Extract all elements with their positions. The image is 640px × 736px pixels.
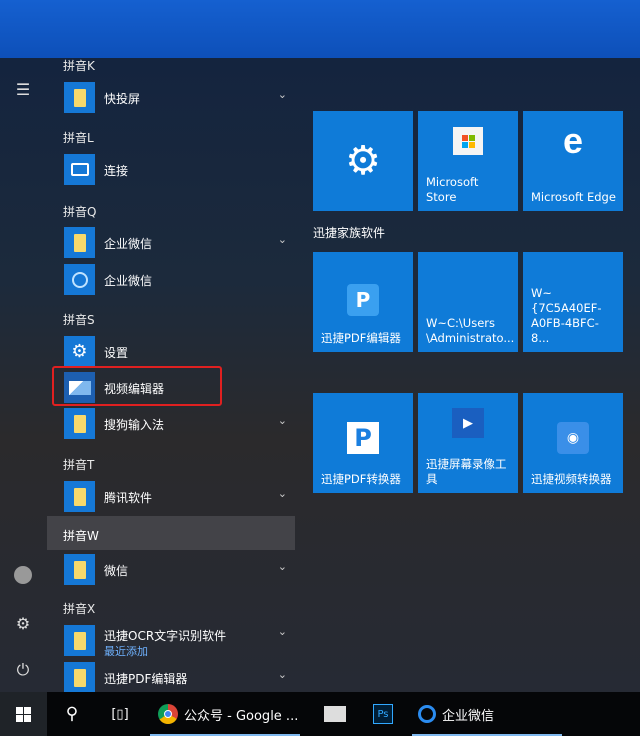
item-label: 企业微信 [104, 274, 153, 288]
chevron-down-icon[interactable]: ⌄ [278, 414, 287, 427]
tile-microsoft-edge[interactable]: e Microsoft Edge [523, 111, 623, 211]
item-label: 迅捷OCR文字识别软件 [104, 629, 227, 643]
pdf-editor-icon: P [347, 284, 379, 316]
tile-label: 迅捷屏幕录像工具 [426, 457, 507, 486]
item-label: 腾讯软件 [104, 491, 153, 505]
user-icon[interactable] [8, 560, 38, 590]
taskbar: ⚲ [▯] 公众号 - Google ... Ps 企业微信 [0, 692, 640, 736]
folder-icon [64, 82, 95, 113]
section-header-k[interactable]: 拼音K [63, 57, 95, 74]
folder-icon [64, 227, 95, 258]
list-item-wecom-folder[interactable]: 企业微信 ⌄ [47, 225, 295, 259]
gear-icon[interactable]: ⚙ [8, 608, 38, 638]
list-item-settings[interactable]: ⚙ 设置 [47, 334, 295, 368]
section-header-q[interactable]: 拼音Q [63, 203, 96, 220]
item-label: 微信 [104, 564, 129, 578]
wecom-icon [418, 705, 436, 723]
item-label: 设置 [104, 346, 129, 360]
tile-label: 迅捷PDF编辑器 [321, 331, 401, 345]
tile-label: 迅捷视频转换器 [531, 472, 612, 486]
item-label: 连接 [104, 164, 129, 178]
tile-shortcut-users[interactable]: W~C:\Users \Administrato... [418, 252, 518, 352]
wecom-icon [64, 264, 95, 295]
item-label: 搜狗输入法 [104, 418, 165, 432]
chevron-down-icon[interactable]: ⌄ [278, 487, 287, 500]
folder-icon [64, 481, 95, 512]
taskbar-chrome[interactable]: 公众号 - Google ... [150, 692, 300, 736]
connect-icon [64, 154, 95, 185]
section-header-s[interactable]: 拼音S [63, 311, 95, 328]
tile-screen-recorder[interactable]: ▶ 迅捷屏幕录像工具 [418, 393, 518, 493]
chevron-down-icon[interactable]: ⌄ [278, 625, 287, 638]
ps-label: Ps [373, 704, 393, 724]
list-item-ocr[interactable]: 迅捷OCR文字识别软件 最近添加 ⌄ [47, 623, 295, 658]
item-label: 迅捷PDF编辑器 [104, 672, 188, 686]
screen-recorder-icon: ▶ [452, 408, 484, 438]
tile-pdf-editor[interactable]: P 迅捷PDF编辑器 [313, 252, 413, 352]
chevron-down-icon[interactable]: ⌄ [278, 233, 287, 246]
store-icon [453, 127, 483, 155]
section-header-x[interactable]: 拼音X [63, 600, 95, 617]
folder-icon [64, 625, 95, 656]
item-label: 快投屏 [104, 92, 141, 106]
tile-pdf-converter[interactable]: P 迅捷PDF转换器 [313, 393, 413, 493]
taskbar-wecom[interactable]: 企业微信 [412, 692, 562, 736]
list-item-kuaitouping[interactable]: 快投屏 ⌄ [47, 80, 295, 114]
chrome-label: 公众号 - Google ... [184, 708, 299, 724]
wecom-label: 企业微信 [442, 708, 495, 724]
tile-label: Microsoft Edge [531, 190, 616, 204]
search-icon[interactable]: ⚲ [55, 692, 89, 736]
list-item-wecom[interactable]: 企业微信 [47, 262, 295, 296]
gear-icon: ⚙ [345, 138, 381, 184]
start-button[interactable] [0, 692, 47, 736]
edge-icon: e [562, 120, 584, 161]
tile-label: W~C:\Users \Administrato... [426, 316, 515, 345]
power-icon[interactable]: ⏻ [8, 655, 38, 685]
section-header-w-row[interactable]: 拼音W [47, 516, 295, 550]
hamburger-icon[interactable]: ☰ [8, 74, 38, 104]
tile-label: 迅捷PDF转换器 [321, 472, 401, 486]
tile-shortcut-guid[interactable]: W~{7C5A40EF-A0FB-4BFC-8... [523, 252, 623, 352]
list-item-connect[interactable]: 连接 [47, 152, 295, 186]
section-header-t[interactable]: 拼音T [63, 456, 94, 473]
highlight-box [52, 366, 222, 406]
tile-video-converter[interactable]: ◉ 迅捷视频转换器 [523, 393, 623, 493]
folder-icon [64, 408, 95, 439]
chevron-down-icon[interactable]: ⌄ [278, 88, 287, 101]
tile-label: W~{7C5A40EF-A0FB-4BFC-8... [531, 286, 602, 345]
chrome-icon [158, 704, 178, 724]
tile-settings[interactable]: ⚙ [313, 111, 413, 211]
task-view-icon[interactable]: [▯] [103, 692, 137, 736]
list-item-pdf-editor[interactable]: 迅捷PDF编辑器 ⌄ [47, 660, 295, 694]
section-header-l[interactable]: 拼音L [63, 129, 94, 146]
remote-desktop-icon[interactable] [318, 692, 352, 736]
section-header-w: 拼音W [63, 529, 99, 543]
tile-group-label[interactable]: 迅捷家族软件 [313, 224, 385, 241]
desktop-background [0, 0, 640, 60]
list-item-sogou[interactable]: 搜狗输入法 ⌄ [47, 406, 295, 440]
start-rail: ☰ ⚙ ⏻ [0, 58, 47, 692]
tile-microsoft-store[interactable]: Microsoft Store [418, 111, 518, 211]
photoshop-icon[interactable]: Ps [368, 692, 398, 736]
tile-label: Microsoft Store [426, 175, 479, 204]
pdf-converter-icon: P [347, 422, 379, 454]
gear-icon: ⚙ [64, 336, 95, 367]
item-label: 企业微信 [104, 237, 153, 251]
folder-icon [64, 662, 95, 693]
windows-icon [16, 706, 31, 722]
chevron-down-icon[interactable]: ⌄ [278, 560, 287, 573]
list-item-wechat[interactable]: 微信 ⌄ [47, 552, 295, 586]
folder-icon [64, 554, 95, 585]
list-item-tencent[interactable]: 腾讯软件 ⌄ [47, 479, 295, 513]
chevron-down-icon[interactable]: ⌄ [278, 668, 287, 681]
recently-added-label: 最近添加 [104, 645, 148, 658]
video-converter-icon: ◉ [557, 422, 589, 454]
